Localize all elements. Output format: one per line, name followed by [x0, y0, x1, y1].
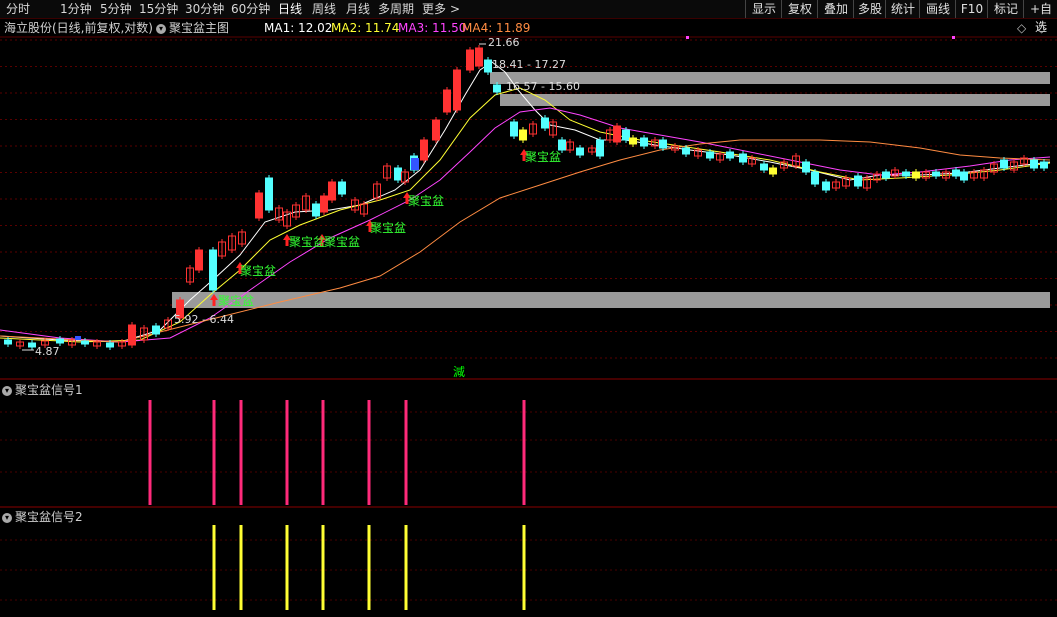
candle-body	[882, 171, 890, 179]
panel2-title: 聚宝盆信号2	[15, 510, 83, 524]
candle-body	[81, 340, 89, 345]
candle-body	[960, 171, 968, 181]
band1-label: 18.41 - 17.27	[492, 58, 566, 71]
candle-body	[320, 195, 328, 213]
signal-label: 聚宝盆	[240, 264, 277, 278]
candle-body	[420, 139, 428, 161]
candle-body	[209, 249, 217, 291]
signal-label: 聚宝盆	[525, 150, 562, 164]
signal1-bars	[148, 400, 526, 505]
candle-body	[484, 59, 492, 73]
signal-label: 聚宝盆	[289, 235, 326, 249]
marker-dot	[952, 36, 955, 39]
signal2-bars	[212, 525, 526, 610]
panel1-title: 聚宝盆信号1	[15, 383, 83, 397]
candle-body	[443, 89, 451, 113]
candle-body	[706, 151, 714, 159]
candle-body	[255, 192, 263, 219]
candle-body	[453, 69, 461, 111]
candle-body	[682, 147, 690, 155]
candle-body	[394, 167, 402, 181]
candle-body	[475, 47, 483, 67]
candle-body	[854, 175, 862, 187]
chart-grid	[0, 36, 1057, 601]
candle-body	[128, 324, 136, 346]
candle-body	[726, 151, 734, 159]
candle-body	[519, 129, 527, 141]
signal-label: 聚宝盆	[408, 194, 445, 208]
candle-body	[1030, 159, 1038, 169]
band2-label: 16.57 - 15.60	[506, 80, 580, 93]
candle-body	[493, 84, 501, 93]
candle-body	[411, 158, 419, 170]
chevron-down-icon: ▾	[2, 386, 12, 396]
signal-label: 聚宝盆	[370, 221, 407, 235]
panel1-header[interactable]: ▾ 聚宝盆信号1	[2, 381, 83, 398]
candle-body	[56, 338, 64, 344]
high-price-label: 21.66	[488, 36, 520, 49]
candle-body	[328, 181, 336, 201]
candle-body	[739, 153, 747, 163]
candle-body	[822, 181, 830, 191]
candle-body	[596, 139, 604, 157]
candle-body	[541, 117, 549, 129]
candle-body	[466, 49, 474, 71]
candle-body	[265, 177, 273, 211]
candle-body	[622, 129, 630, 141]
price-band	[172, 292, 1050, 308]
candle-body	[811, 171, 819, 185]
candle-body	[106, 342, 114, 348]
candle-body	[338, 181, 346, 195]
candle-body	[75, 336, 81, 340]
marker-dot	[686, 36, 689, 39]
price-band	[500, 94, 1050, 106]
band3-label: 5.92 - 6.44	[174, 313, 234, 326]
candle-body	[640, 137, 648, 147]
signal-label: 聚宝盆	[324, 235, 361, 249]
candle-body	[4, 339, 12, 345]
candle-body	[195, 249, 203, 271]
reduce-marker: 減	[453, 365, 466, 379]
candle-body	[760, 163, 768, 171]
candle-body	[510, 121, 518, 137]
candle-body	[1040, 161, 1048, 169]
candle-body	[659, 139, 667, 149]
candle-body	[432, 119, 440, 141]
candle-body	[1000, 159, 1008, 169]
candle-body	[152, 325, 160, 335]
signal-label: 聚宝盆	[218, 294, 255, 308]
candle-body	[769, 167, 777, 175]
low-price-label: 4.87	[35, 345, 60, 358]
candle-body	[952, 169, 960, 177]
candle-body	[932, 171, 940, 177]
candle-body	[613, 125, 621, 143]
candle-body	[912, 171, 920, 179]
panel2-header[interactable]: ▾ 聚宝盆信号2	[2, 508, 83, 525]
candle-body	[629, 137, 637, 145]
candle-body	[802, 161, 810, 173]
candle-body	[312, 203, 320, 217]
chevron-down-icon: ▾	[2, 513, 12, 523]
candle-body	[902, 171, 910, 177]
candle-body	[576, 147, 584, 156]
price-bands	[172, 72, 1050, 308]
